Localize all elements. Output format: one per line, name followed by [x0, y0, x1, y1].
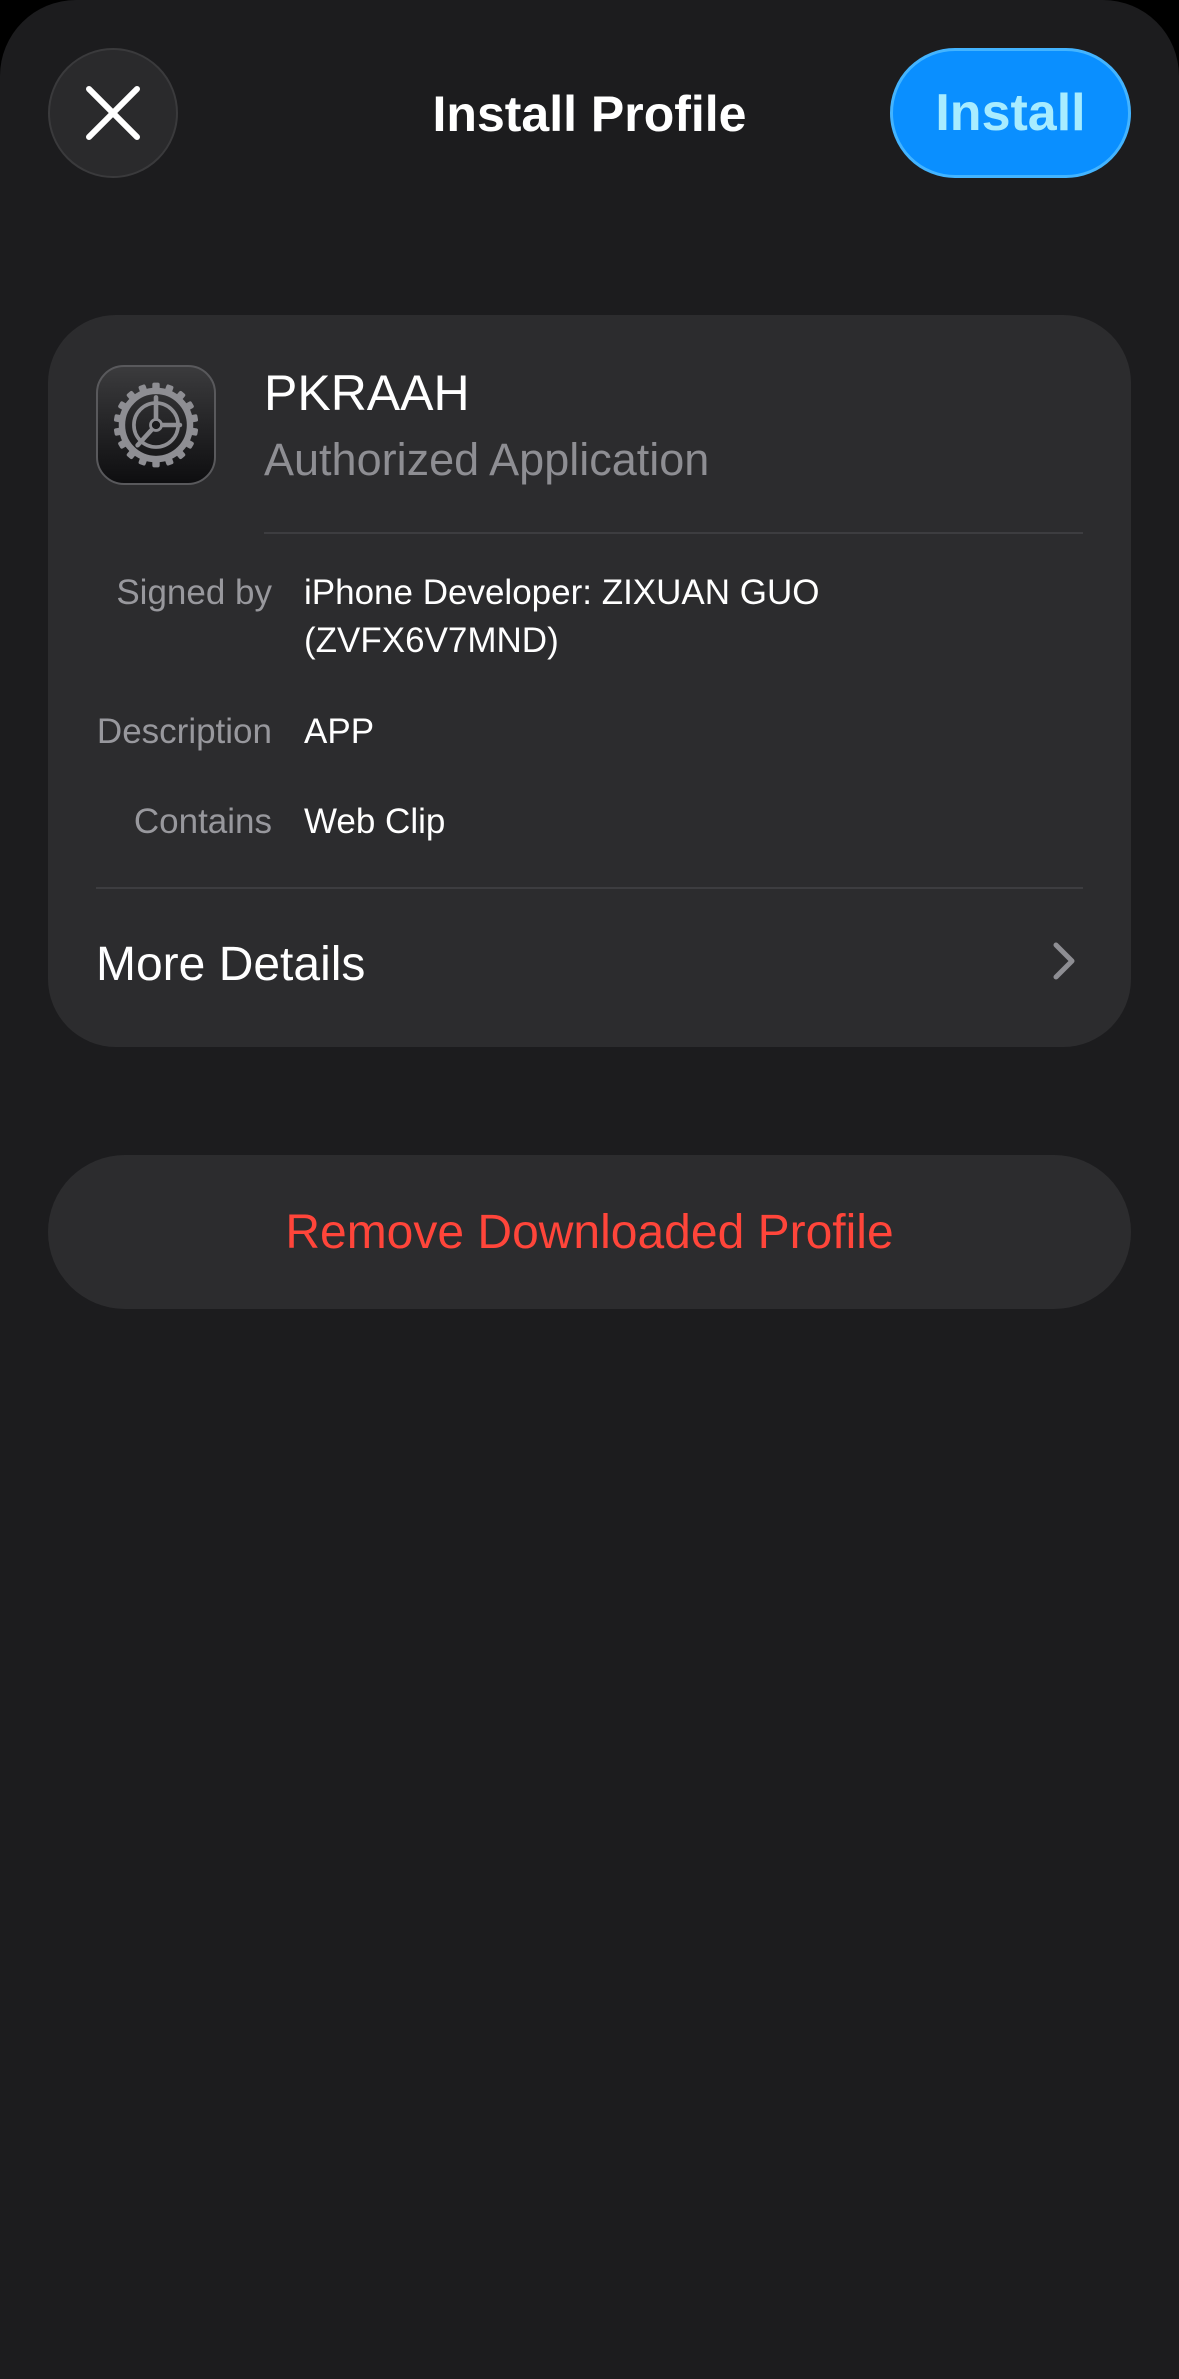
divider [264, 532, 1083, 534]
more-details-label: More Details [96, 938, 366, 991]
description-value: APP [304, 712, 375, 751]
contains-label: Contains [133, 802, 272, 841]
divider [96, 887, 1083, 889]
profile-subtitle: Authorized Application [264, 434, 710, 485]
close-button[interactable] [48, 48, 178, 178]
close-icon [86, 86, 140, 140]
app-icon [96, 365, 216, 485]
description-label: Description [96, 712, 272, 751]
profile-name: PKRAAH [264, 365, 470, 421]
install-button[interactable]: Install [890, 48, 1131, 178]
page-title: Install Profile [432, 86, 747, 142]
settings-gear-icon [113, 382, 199, 468]
profile-card: PKRAAH Authorized Application Signed by … [48, 315, 1131, 1047]
more-details-row[interactable]: More Details [48, 891, 1131, 1047]
signed-by-label: Signed by [116, 573, 272, 612]
signed-by-value: iPhone Developer: ZIXUAN GUO (ZVFX6V7MND… [304, 573, 820, 660]
install-profile-sheet: Install Profile Install PKRAAH Authorize… [0, 0, 1179, 2379]
chevron-right-icon [1053, 942, 1075, 980]
remove-profile-button[interactable]: Remove Downloaded Profile [48, 1155, 1131, 1309]
contains-value: Web Clip [304, 802, 446, 841]
